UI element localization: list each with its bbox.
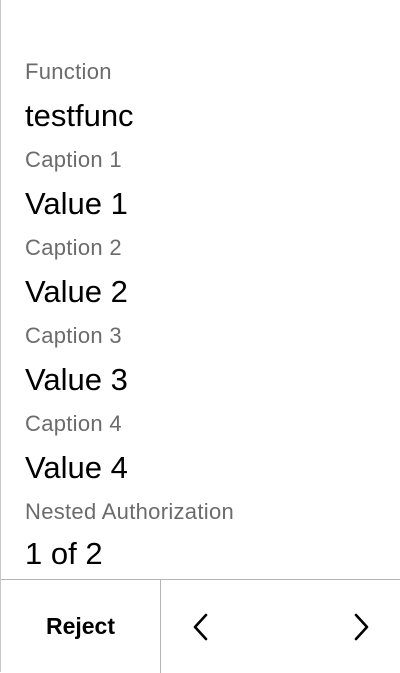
authorization-screen: Function testfunc Caption 1 Value 1 Capt… [0, 0, 400, 673]
field-caption-2: Caption 2 Value 2 [25, 232, 400, 320]
field-value: testfunc [25, 98, 134, 133]
field-caption: Nested Authorization [25, 499, 235, 524]
field-caption-1: Caption 1 Value 1 [25, 144, 400, 232]
field-caption: Caption 4 [25, 411, 122, 436]
chevron-left-icon [193, 613, 208, 640]
field-caption: Caption 2 [25, 235, 122, 260]
field-value: Value 1 [25, 186, 128, 221]
field-value: Value 4 [25, 450, 128, 485]
pagination-controls [161, 580, 400, 673]
field-function: Function testfunc [25, 56, 400, 144]
field-caption-3: Caption 3 Value 3 [25, 320, 400, 408]
field-value: Value 3 [25, 362, 128, 397]
field-caption: Function [25, 59, 112, 84]
page-counter: 1 of 2 [25, 536, 103, 571]
chevron-right-icon [354, 613, 369, 640]
next-page-button[interactable] [321, 580, 400, 673]
field-caption-4: Caption 4 Value 4 [25, 408, 400, 496]
footer-action-bar: Reject [1, 579, 400, 673]
field-caption: Caption 1 [25, 147, 122, 172]
previous-page-button[interactable] [161, 580, 241, 673]
field-nested-authorization: Nested Authorization [25, 496, 400, 528]
field-caption: Caption 3 [25, 323, 122, 348]
field-value: Value 2 [25, 274, 128, 309]
reject-button[interactable]: Reject [1, 580, 161, 673]
field-list: Function testfunc Caption 1 Value 1 Capt… [25, 56, 400, 528]
